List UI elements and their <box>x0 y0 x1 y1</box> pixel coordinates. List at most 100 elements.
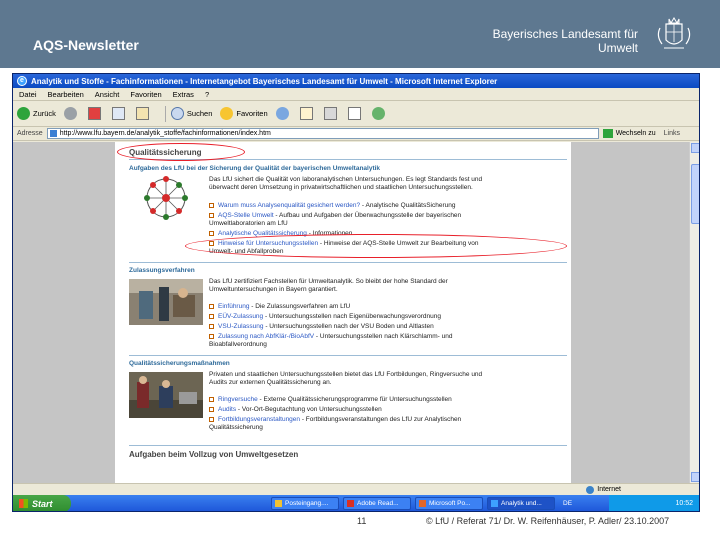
text-line: Das LfU zertifiziert Fachstellen für Umw… <box>209 278 448 285</box>
link-arrow-icon <box>209 303 214 309</box>
link-arrow-icon <box>209 333 214 339</box>
refresh-icon <box>111 107 125 120</box>
search-button[interactable]: Suchen <box>170 107 212 120</box>
link-arrow-icon <box>209 202 214 208</box>
link-audits[interactable]: Audits <box>218 406 236 413</box>
slide-header: AQS-Newsletter Bayerisches Landesamt für… <box>0 0 720 68</box>
window-titlebar[interactable]: e Analytik und Stoffe - Fachinformatione… <box>13 74 699 88</box>
back-arrow-icon <box>17 107 30 120</box>
org-name-line2: Umwelt <box>597 41 638 55</box>
text-line: Privaten und staatlichen Untersuchungsst… <box>209 371 483 378</box>
back-button[interactable]: Zurück <box>17 107 56 120</box>
powerpoint-icon <box>419 500 426 507</box>
list-item: Audits - Vor-Ort-Begutachtung von Unters… <box>209 406 559 414</box>
goto-arrow-icon <box>602 129 613 138</box>
text-line: Audits zur externen Qualitätssicherung a… <box>209 379 332 386</box>
link-description-cont: Bioabfallverordnung <box>209 341 267 348</box>
task-powerpoint[interactable]: Microsoft Po... <box>415 497 483 510</box>
menu-bearbeiten[interactable]: Bearbeiten <box>48 90 84 99</box>
task-internet-explorer[interactable]: Analytik und... <box>487 497 555 510</box>
link-zulassung-abfklaer[interactable]: Zulassung nach AbfKlär-/BioAbfV <box>218 333 314 340</box>
lab-photo-image <box>129 279 203 325</box>
task-label: Posteingang.... <box>285 500 329 507</box>
link-euev-zulassung[interactable]: EÜV-Zulassung <box>218 313 263 320</box>
print-icon <box>323 107 337 120</box>
link-description: - Die Zulassungsverfahren am LfU <box>249 303 351 310</box>
section2-text: Das LfU zertifiziert Fachstellen für Umw… <box>209 278 448 294</box>
clock[interactable]: 10:52 <box>675 500 693 507</box>
toolbar: Zurück Suchen Favoriten <box>13 101 699 127</box>
menu-favoriten[interactable]: Favoriten <box>130 90 161 99</box>
globe-icon <box>586 485 595 494</box>
link-aqs-stelle-umwelt[interactable]: AQS-Stelle Umwelt <box>218 212 274 219</box>
task-adobe-reader[interactable]: Adobe Read... <box>343 497 411 510</box>
highlight-ellipse-heading <box>117 143 245 161</box>
link-arrow-icon <box>209 406 214 412</box>
status-bar: Internet <box>13 483 699 495</box>
link-description: - Fortbildungsveranstaltungen des LfU zu… <box>300 416 462 423</box>
ie-icon <box>491 500 498 507</box>
list-item: Fortbildungsveranstaltungen - Fortbildun… <box>209 416 559 432</box>
favorites-button[interactable]: Favoriten <box>220 107 268 120</box>
link-ringversuche[interactable]: Ringversuche <box>218 396 258 403</box>
scroll-down-icon[interactable] <box>691 472 699 482</box>
start-button[interactable]: Start <box>13 495 71 511</box>
language-indicator[interactable]: DE <box>563 500 572 507</box>
coat-of-arms-logo <box>657 17 691 49</box>
menu-datei[interactable]: Datei <box>19 90 37 99</box>
link-vsu-zulassung[interactable]: VSU-Zulassung <box>218 323 264 330</box>
link-fortbildungsveranstaltungen[interactable]: Fortbildungsveranstaltungen <box>218 416 300 423</box>
forward-button[interactable] <box>63 107 80 120</box>
menu-extras[interactable]: Extras <box>173 90 194 99</box>
start-label: Start <box>32 498 53 509</box>
vertical-scrollbar[interactable] <box>689 142 699 483</box>
list-item: Ringversuche - Externe Qualitätssicherun… <box>209 396 559 404</box>
link-arrow-icon <box>209 396 214 402</box>
link-description: - Externe Qualitätssicherungsprogramme f… <box>257 396 452 403</box>
favorites-star-icon <box>220 107 234 120</box>
molecule-diagram-image <box>129 175 203 221</box>
task-posteingang[interactable]: Posteingang.... <box>271 497 339 510</box>
link-description-cont: Umweltlaboratorien am LfU <box>209 220 288 227</box>
print-button[interactable] <box>323 107 340 120</box>
address-input[interactable]: http://www.lfu.bayern.de/analytik_stoffe… <box>46 128 599 139</box>
windows-logo-icon <box>19 499 28 508</box>
list-item: EÜV-Zulassung - Untersuchungsstellen nac… <box>209 313 559 321</box>
history-button[interactable] <box>275 107 292 120</box>
highlight-ellipse-hinweise <box>185 234 567 258</box>
outlook-icon <box>275 500 282 507</box>
task-label: Adobe Read... <box>357 500 399 507</box>
mail-button[interactable] <box>299 107 316 120</box>
edit-button[interactable] <box>347 107 364 120</box>
link-description: - Untersuchungsstellen nach Eigenüberwac… <box>263 313 441 320</box>
edit-icon <box>347 107 361 120</box>
scroll-thumb[interactable] <box>691 164 699 224</box>
link-arrow-icon <box>209 212 214 218</box>
refresh-button[interactable] <box>111 107 128 120</box>
menu-bar: Datei Bearbeiten Ansicht Favoriten Extra… <box>13 88 699 101</box>
home-button[interactable] <box>135 107 152 120</box>
messenger-button[interactable] <box>371 107 388 120</box>
back-label: Zurück <box>33 109 56 118</box>
link-einfuehrung[interactable]: Einführung <box>218 303 249 310</box>
browser-content: Qualitätssicherung Aufgaben des LfU bei … <box>13 142 699 483</box>
list-item: AQS-Stelle Umwelt - Aufbau und Aufgaben … <box>209 212 559 228</box>
link-arrow-icon <box>209 416 214 422</box>
slide: AQS-Newsletter Bayerisches Landesamt für… <box>0 0 720 540</box>
stop-button[interactable] <box>87 107 104 120</box>
page-icon <box>49 130 57 137</box>
text-line: Das LfU sichert die Qualität von laboran… <box>209 176 483 183</box>
links-label[interactable]: Links <box>664 130 680 137</box>
link-description: - Untersuchungsstellen nach der VSU Bode… <box>263 323 434 330</box>
goto-label: Wechseln zu <box>615 130 656 137</box>
menu-help[interactable]: ? <box>205 90 209 99</box>
link-warum-analysenqualitaet[interactable]: Warum muss Analysenqualität gesichert we… <box>218 202 360 209</box>
section-title-zulassung: Zulassungsverfahren <box>129 267 195 274</box>
section-title-aufgaben: Aufgaben des LfU bei der Sicherung der Q… <box>129 165 381 172</box>
forward-arrow-icon <box>63 107 77 120</box>
section1-text: Das LfU sichert die Qualität von laboran… <box>209 176 482 192</box>
goto-button[interactable]: Wechseln zu <box>602 129 656 138</box>
scroll-up-icon[interactable] <box>691 143 699 153</box>
list-item: VSU-Zulassung - Untersuchungsstellen nac… <box>209 323 559 331</box>
menu-ansicht[interactable]: Ansicht <box>95 90 120 99</box>
